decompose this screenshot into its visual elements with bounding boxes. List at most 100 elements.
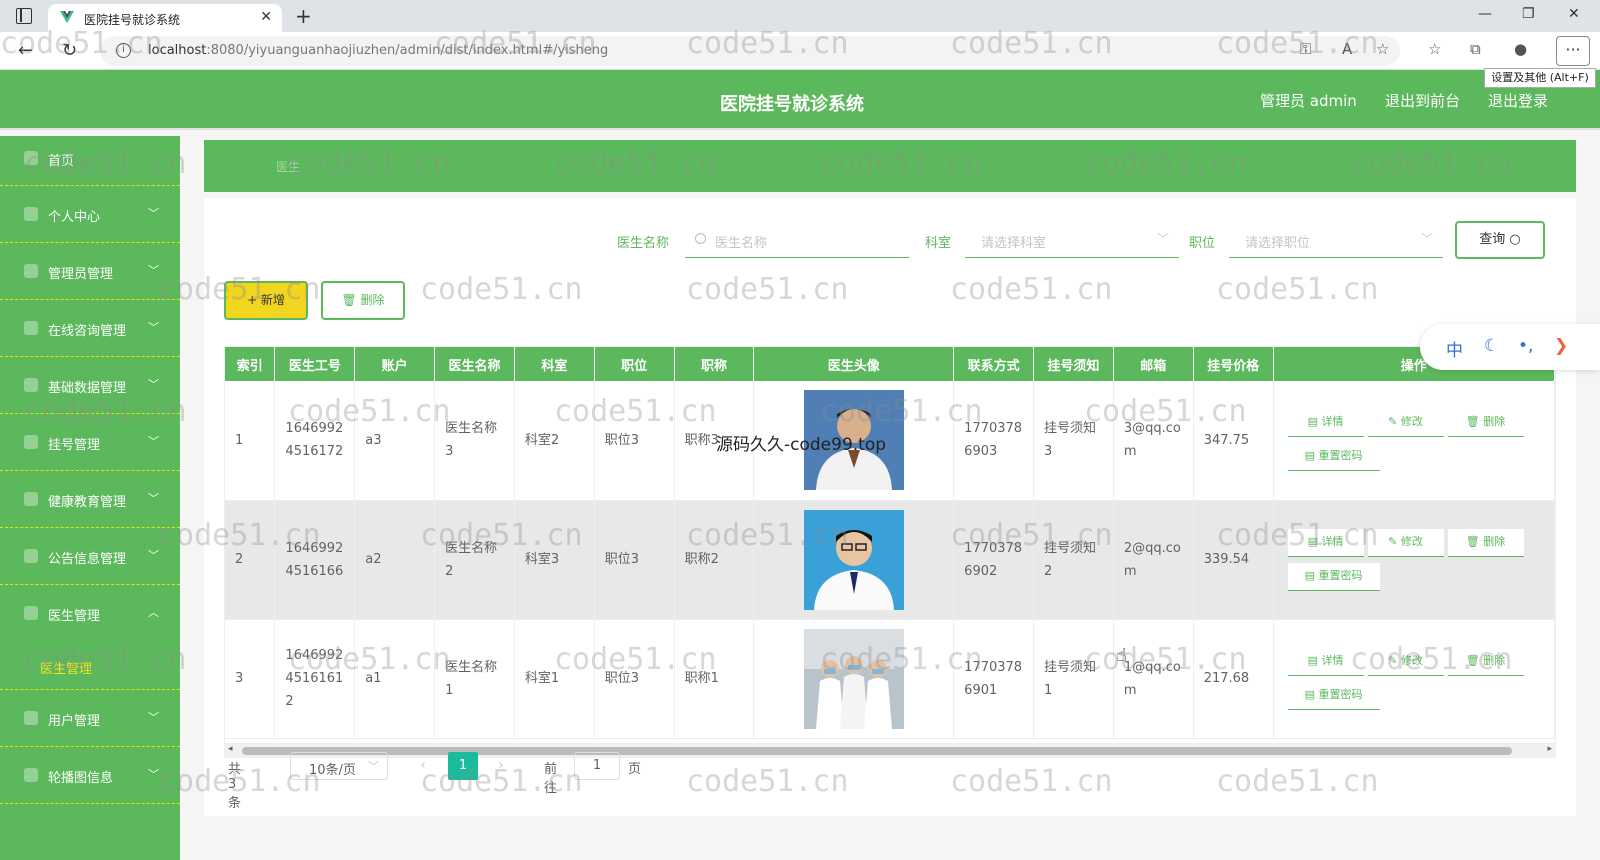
admin-user-label: 管理员 admin bbox=[1260, 92, 1357, 110]
ime-lang[interactable]: 中 bbox=[1446, 336, 1463, 361]
refresh-icon[interactable]: ↻ bbox=[62, 40, 77, 61]
url-host: localhost bbox=[148, 43, 207, 58]
doc-icon: ▤ bbox=[1304, 568, 1315, 582]
cell-email: 2@qq.com bbox=[1113, 500, 1194, 620]
sidebar-item-label: 在线咨询管理 bbox=[48, 324, 127, 339]
dept-select[interactable]: 请选择科室 ﹀ bbox=[965, 222, 1179, 258]
restore-icon[interactable]: ❐ bbox=[1522, 6, 1535, 22]
favorite-add-icon[interactable]: ☆ bbox=[1376, 40, 1389, 58]
admin-icon bbox=[24, 264, 38, 278]
chevron-down-icon: ﹀ bbox=[148, 768, 159, 781]
edit-icon: ✎ bbox=[1388, 534, 1398, 548]
detail-button[interactable]: ▤ 详情 bbox=[1287, 648, 1364, 676]
page-size-value: 10条/页 bbox=[309, 763, 356, 778]
logout-link[interactable]: 退出登录 bbox=[1488, 90, 1548, 111]
delete-button[interactable]: 🗑 删除 bbox=[1447, 528, 1524, 557]
cell-notice: 挂号须知2 bbox=[1033, 500, 1114, 620]
cell-code: 16469924516172 bbox=[274, 381, 356, 501]
delete-button[interactable]: 🗑 删除 bbox=[1447, 409, 1524, 438]
scroll-left-icon[interactable]: ◂ bbox=[228, 744, 233, 754]
chevron-right-icon[interactable]: ❯ bbox=[1554, 336, 1568, 356]
edit-icon: ✎ bbox=[1388, 415, 1398, 429]
prev-page-button[interactable]: ‹ bbox=[408, 752, 438, 780]
sidebar-item-consult[interactable]: 在线咨询管理 ﹀ bbox=[0, 300, 180, 357]
edit-button[interactable]: ✎ 修改 bbox=[1367, 409, 1444, 438]
sidebar-item-doctors[interactable]: 医生管理 ︿ bbox=[0, 585, 180, 642]
favorites-icon[interactable]: ☆ bbox=[1428, 40, 1441, 58]
user-icon bbox=[24, 207, 38, 221]
sidebar-item-label: 轮播图信息 bbox=[48, 771, 114, 786]
reset-label: 重置密码 bbox=[1318, 568, 1363, 582]
cell-name: 医生名称2 bbox=[434, 500, 515, 620]
sidebar-item-profile[interactable]: 个人中心 ﹀ bbox=[0, 186, 180, 243]
page-size-select[interactable]: 10条/页 ﹀ bbox=[290, 752, 388, 780]
moon-icon[interactable]: ☾ bbox=[1484, 336, 1499, 356]
cell-price: 347.75 bbox=[1193, 381, 1274, 501]
main-panel: 医生名称 医生名称 科室 请选择科室 ﹀ 职位 请选择职位 ﹀ 查询 ○ + 新… bbox=[204, 198, 1576, 816]
detail-button[interactable]: ▤ 详情 bbox=[1287, 528, 1364, 557]
column-header: 账户 bbox=[354, 347, 436, 381]
browser-tab-strip: 医院挂号就诊系统 ✕ + — ❐ ✕ bbox=[0, 0, 1600, 32]
window-close-icon[interactable]: ✕ bbox=[1568, 6, 1580, 22]
next-page-button[interactable]: › bbox=[486, 752, 516, 780]
cell-phone: 17703786902 bbox=[953, 500, 1034, 620]
detail-button[interactable]: ▤ 详情 bbox=[1287, 409, 1364, 438]
cell-account: a3 bbox=[354, 381, 436, 501]
input-placeholder: 医生名称 bbox=[715, 236, 768, 251]
cell-dept: 科室2 bbox=[514, 381, 595, 501]
profile-icon[interactable]: ● bbox=[1514, 40, 1527, 58]
address-bar-row: ← ↻ i localhost:8080/yiyuanguanhaojiuzhe… bbox=[0, 32, 1600, 70]
edit-button[interactable]: ✎ 修改 bbox=[1367, 528, 1444, 557]
more-menu-icon[interactable]: ··· bbox=[1556, 36, 1590, 66]
read-aloud-icon[interactable]: A bbox=[1342, 40, 1352, 58]
chevron-down-icon: ﹀ bbox=[148, 711, 159, 724]
sidebar-subitem-doctor-manage[interactable]: 医生管理 bbox=[0, 642, 180, 690]
new-tab-icon[interactable]: + bbox=[295, 4, 312, 28]
sidebar-item-home[interactable]: 首页 bbox=[0, 136, 180, 186]
batch-delete-button[interactable]: 🗑 删除 bbox=[321, 281, 405, 320]
column-header: 医生头像 bbox=[753, 347, 955, 381]
add-button[interactable]: + 新增 bbox=[224, 281, 308, 320]
edit-label: 修改 bbox=[1400, 534, 1423, 548]
punctuation-icon[interactable]: •, bbox=[1518, 336, 1533, 356]
cell-code: 16469924516166 bbox=[274, 500, 356, 620]
reset-password-button[interactable]: ▤ 重置密码 bbox=[1287, 682, 1380, 710]
home-icon bbox=[24, 151, 38, 165]
page-number[interactable]: 1 bbox=[448, 752, 478, 780]
doctor-name-input[interactable]: 医生名称 bbox=[685, 222, 909, 258]
sidebar-item-registration[interactable]: 挂号管理 ﹀ bbox=[0, 414, 180, 471]
cell-phone: 17703786901 bbox=[953, 619, 1034, 739]
collections-icon[interactable]: ⧉ bbox=[1470, 40, 1481, 58]
position-select[interactable]: 请选择职位 ﹀ bbox=[1229, 222, 1443, 258]
close-tab-icon[interactable]: ✕ bbox=[260, 9, 272, 25]
reset-password-button[interactable]: ▤ 重置密码 bbox=[1287, 443, 1380, 472]
cell-actions: ▤ 详情 ✎ 修改 🗑 删除 ▤ 重置密码 bbox=[1273, 500, 1555, 620]
tab-actions-icon[interactable] bbox=[16, 8, 32, 24]
sidebar-item-education[interactable]: 健康教育管理 ﹀ bbox=[0, 471, 180, 528]
query-button[interactable]: 查询 ○ bbox=[1455, 221, 1545, 259]
sidebar-item-users[interactable]: 用户管理 ﹀ bbox=[0, 690, 180, 747]
back-icon[interactable]: ← bbox=[18, 40, 33, 61]
edit-button[interactable]: ✎ 修改 bbox=[1367, 648, 1444, 676]
reset-password-button[interactable]: ▤ 重置密码 bbox=[1287, 562, 1380, 591]
key-icon[interactable]: ⚿ bbox=[1300, 40, 1311, 58]
sidebar-item-basedata[interactable]: 基础数据管理 ﹀ bbox=[0, 357, 180, 414]
cell-position: 职位3 bbox=[594, 500, 675, 620]
scroll-right-icon[interactable]: ▸ bbox=[1547, 744, 1552, 754]
detail-label: 详情 bbox=[1321, 415, 1344, 429]
browser-tab[interactable]: 医院挂号就诊系统 ✕ bbox=[48, 4, 282, 32]
goto-page-input[interactable]: 1 bbox=[574, 752, 620, 780]
minimize-icon[interactable]: — bbox=[1478, 6, 1492, 22]
site-info-icon[interactable]: i bbox=[116, 43, 131, 58]
front-link[interactable]: 退出到前台 bbox=[1385, 90, 1460, 111]
sidebar-item-admins[interactable]: 管理员管理 ﹀ bbox=[0, 243, 180, 300]
breadcrumb-item[interactable]: 医生 bbox=[276, 158, 300, 175]
sidebar-item-carousel[interactable]: 轮播图信息 ﹀ bbox=[0, 747, 180, 804]
column-header: 挂号须知 bbox=[1033, 347, 1114, 381]
ime-toolbar[interactable]: 中 ☾ •, ❯ bbox=[1420, 324, 1600, 370]
delete-label: 删除 bbox=[1483, 534, 1506, 548]
delete-button[interactable]: 🗑 删除 bbox=[1447, 648, 1524, 676]
url-field[interactable]: i localhost:8080/yiyuanguanhaojiuzhen/ad… bbox=[100, 36, 1400, 66]
sidebar-item-notices[interactable]: 公告信息管理 ﹀ bbox=[0, 528, 180, 585]
chevron-down-icon: ﹀ bbox=[148, 264, 159, 277]
